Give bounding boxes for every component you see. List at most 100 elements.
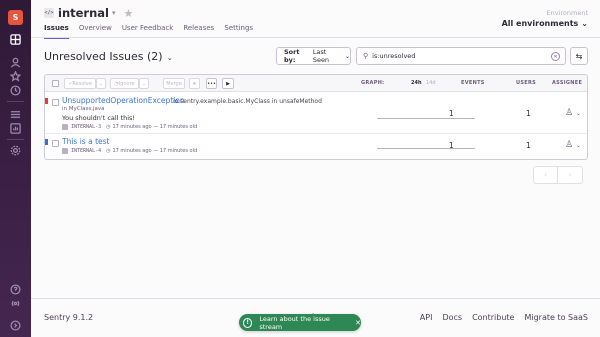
graph-label: GRAPH: bbox=[361, 80, 385, 86]
graph-range-24h[interactable]: 24h bbox=[411, 80, 422, 86]
footer-links: API Docs Contribute Migrate to SaaS bbox=[410, 313, 588, 322]
chevron-down-icon: ⌄ bbox=[164, 54, 173, 62]
issues-panel: ✓ Resolve ⌄ ◔ Ignore ⌄ Merge ★ ••• ▶ GRA… bbox=[44, 74, 588, 160]
ignore-label: Ignore bbox=[118, 80, 135, 87]
alert-icon: ! bbox=[243, 317, 253, 328]
project-badge-icon bbox=[62, 124, 68, 130]
environment-label: Environment bbox=[546, 9, 588, 17]
onboarding-toast[interactable]: ! Learn about the issue stream ✕ bbox=[239, 314, 361, 331]
more-actions-button[interactable]: ••• bbox=[206, 78, 217, 89]
activity-nav-icon[interactable] bbox=[8, 107, 23, 121]
pagination: ‹ › bbox=[533, 166, 583, 184]
graph-range-14d[interactable]: 14d bbox=[426, 80, 436, 86]
collapse-sidebar-icon[interactable] bbox=[8, 318, 23, 332]
org-avatar[interactable]: S bbox=[8, 10, 23, 25]
assignee-column-header: ASSIGNEE bbox=[552, 80, 583, 86]
sidebar: S bbox=[0, 0, 31, 337]
users-column-header: USERS bbox=[516, 80, 537, 86]
issue-location: in MyClass.java bbox=[62, 106, 105, 112]
sort-value: Last Seen bbox=[312, 48, 330, 64]
search-query: is:unresolved bbox=[372, 52, 416, 60]
bookmark-star-icon[interactable]: ★ bbox=[124, 7, 134, 20]
resolve-dropdown-button[interactable]: ⌄ bbox=[96, 78, 106, 89]
user-nav-icon[interactable] bbox=[8, 55, 23, 69]
event-graph bbox=[377, 148, 475, 149]
project-selector[interactable]: </> internal ▾ ★ bbox=[44, 6, 133, 20]
chevron-down-icon[interactable]: ⌄ bbox=[576, 142, 581, 149]
chevron-down-icon: ⌄ bbox=[344, 52, 350, 60]
bookmark-button[interactable]: ★ bbox=[189, 78, 200, 89]
assignee-user-icon[interactable]: ♙ bbox=[565, 140, 573, 150]
merge-label: Merge bbox=[166, 80, 182, 87]
issue-short-id[interactable]: INTERNAL-3 bbox=[71, 124, 101, 130]
issue-time: 17 minutes ago — 17 minutes old bbox=[112, 124, 198, 130]
issue-meta: INTERNAL-4 ◷ 17 minutes ago — 17 minutes… bbox=[62, 148, 197, 154]
close-icon[interactable]: ✕ bbox=[355, 319, 361, 327]
issues-table-header: ✓ Resolve ⌄ ◔ Ignore ⌄ Merge ★ ••• ▶ GRA… bbox=[45, 75, 587, 92]
search-input[interactable]: ⚲ is:unresolved ✕ bbox=[356, 47, 566, 65]
issue-row[interactable]: UnsupportedOperationException io.sentry.… bbox=[45, 93, 587, 134]
project-badge-icon bbox=[62, 148, 68, 154]
issues-nav-icon[interactable] bbox=[8, 32, 23, 46]
events-count: 1 bbox=[449, 141, 454, 150]
issue-checkbox[interactable] bbox=[52, 140, 59, 147]
footer-link-api[interactable]: API bbox=[420, 313, 433, 322]
history-nav-icon[interactable] bbox=[8, 83, 23, 97]
filter-settings-button[interactable]: ⇆ bbox=[570, 47, 588, 65]
settings-nav-icon[interactable] bbox=[8, 143, 23, 157]
clock-icon: ◷ bbox=[106, 124, 111, 130]
environment-selector[interactable]: All environments ⌄ bbox=[502, 19, 588, 28]
clock-icon: ◷ bbox=[106, 148, 111, 154]
issue-time: 17 minutes ago — 17 minutes old bbox=[112, 148, 198, 154]
merge-button[interactable]: Merge bbox=[163, 78, 185, 89]
footer-link-migrate[interactable]: Migrate to SaaS bbox=[524, 313, 588, 322]
select-all-checkbox[interactable] bbox=[52, 80, 59, 87]
issues-title-text: Unresolved Issues (2) bbox=[44, 50, 163, 63]
events-column-header: EVENTS bbox=[461, 80, 485, 86]
help-nav-icon[interactable] bbox=[8, 282, 23, 296]
sidebar-divider bbox=[7, 101, 24, 102]
next-page-button[interactable]: › bbox=[558, 166, 583, 184]
ignore-button[interactable]: ◔ Ignore bbox=[110, 78, 139, 89]
previous-page-button[interactable]: ‹ bbox=[533, 166, 558, 184]
environment-value: All environments bbox=[501, 19, 579, 28]
chevron-down-icon[interactable]: ⌄ bbox=[576, 110, 581, 117]
assignee-user-icon[interactable]: ♙ bbox=[565, 108, 573, 118]
project-badge-icon: </> bbox=[44, 8, 54, 18]
footer-link-contribute[interactable]: Contribute bbox=[472, 313, 514, 322]
sort-dropdown[interactable]: Sort by: Last Seen ⌄ bbox=[276, 47, 351, 65]
sentry-version: Sentry 9.1.2 bbox=[44, 313, 94, 322]
sidebar-divider bbox=[7, 139, 24, 140]
issue-message: You shouldn't call this! bbox=[62, 114, 136, 122]
ignore-dropdown-button[interactable]: ⌄ bbox=[139, 78, 149, 89]
issue-meta: INTERNAL-3 ◷ 17 minutes ago — 17 minutes… bbox=[62, 124, 197, 130]
events-count: 1 bbox=[449, 109, 454, 118]
level-error-indicator bbox=[45, 98, 48, 104]
search-icon: ⚲ bbox=[363, 52, 369, 60]
event-graph bbox=[377, 118, 475, 119]
level-info-indicator bbox=[45, 139, 48, 145]
toast-text[interactable]: Learn about the issue stream bbox=[259, 315, 347, 331]
star-nav-icon[interactable] bbox=[8, 69, 23, 83]
resolve-button[interactable]: ✓ Resolve bbox=[64, 78, 96, 89]
issues-title[interactable]: Unresolved Issues (2) ⌄ bbox=[44, 50, 173, 63]
realtime-play-button[interactable]: ▶ bbox=[222, 78, 234, 89]
issue-row[interactable]: This is a test INTERNAL-4 ◷ 17 minutes a… bbox=[45, 134, 587, 159]
issue-title-link[interactable]: This is a test bbox=[62, 137, 109, 146]
clear-search-icon[interactable]: ✕ bbox=[551, 52, 560, 61]
footer-divider bbox=[31, 298, 600, 299]
users-count: 1 bbox=[526, 109, 531, 118]
sliders-icon: ⇆ bbox=[575, 51, 583, 61]
issue-title-link[interactable]: UnsupportedOperationException bbox=[62, 96, 185, 105]
chevron-down-icon: ⌄ bbox=[581, 19, 588, 28]
issue-short-id[interactable]: INTERNAL-4 bbox=[71, 148, 101, 154]
stats-nav-icon[interactable] bbox=[8, 121, 23, 135]
issue-checkbox[interactable] bbox=[52, 99, 59, 106]
footer-link-docs[interactable]: Docs bbox=[442, 313, 462, 322]
broadcast-nav-icon[interactable] bbox=[8, 296, 23, 310]
project-name[interactable]: internal bbox=[58, 6, 109, 20]
header-divider bbox=[31, 37, 600, 38]
chevron-down-icon: ▾ bbox=[112, 9, 116, 17]
resolve-label: Resolve bbox=[72, 80, 92, 87]
users-count: 1 bbox=[526, 141, 531, 150]
